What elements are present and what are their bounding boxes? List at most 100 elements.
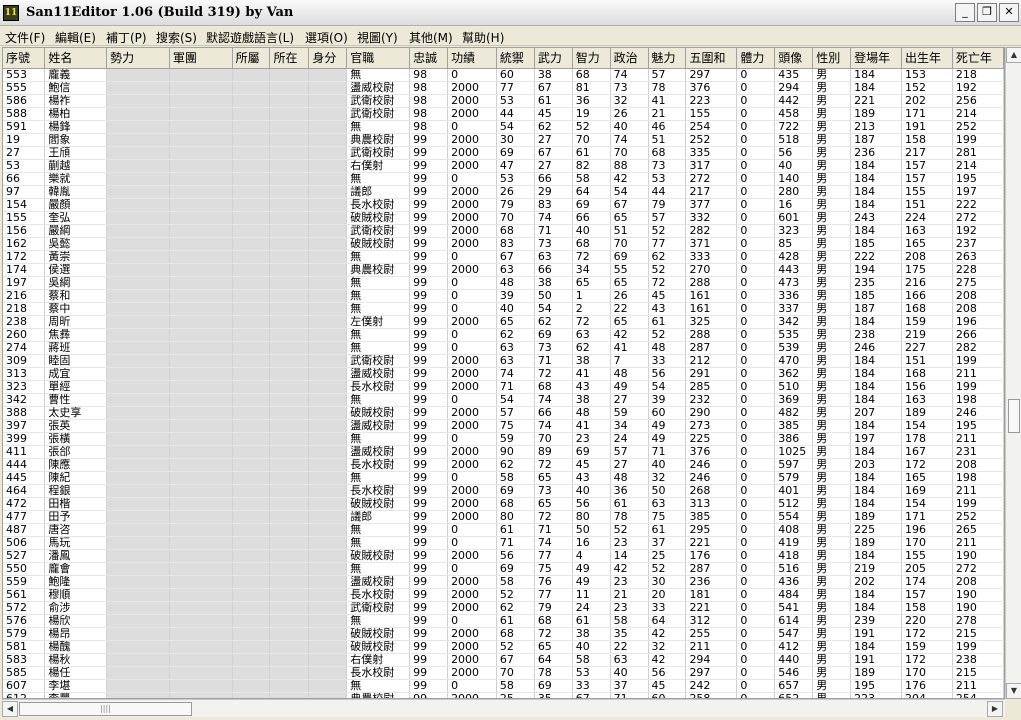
table-cell[interactable]: 蒯越 — [44, 159, 108, 173]
table-cell[interactable] — [106, 549, 170, 563]
table-cell[interactable]: 99 — [409, 640, 449, 654]
table-cell[interactable]: 2000 — [447, 211, 497, 225]
table-cell[interactable]: 187 — [850, 133, 902, 147]
table-cell[interactable]: 63 — [610, 653, 649, 667]
table-cell[interactable] — [232, 172, 271, 186]
table-cell[interactable]: 99 — [409, 692, 449, 698]
table-cell[interactable]: 男 — [812, 94, 852, 108]
table-row[interactable]: 19 閻象 典農校尉 99 2000 30 27 70 74 51 252 0 518 男 187 158 19… — [3, 133, 1004, 147]
table-cell[interactable]: 2000 — [447, 497, 497, 511]
table-cell[interactable] — [308, 354, 348, 368]
table-cell[interactable] — [269, 484, 310, 498]
column-header[interactable]: 功績 — [447, 48, 497, 69]
table-cell[interactable]: 26 — [610, 289, 649, 303]
table-cell[interactable]: 無 — [346, 341, 411, 355]
table-cell[interactable]: 男 — [812, 679, 852, 693]
table-cell[interactable]: 159 — [901, 640, 953, 654]
table-cell[interactable]: 77 — [496, 81, 535, 95]
table-cell[interactable]: 362 — [774, 367, 814, 381]
table-cell[interactable]: 99 — [409, 562, 449, 576]
table-cell[interactable] — [169, 224, 233, 238]
table-cell[interactable] — [169, 146, 233, 160]
table-cell[interactable] — [106, 354, 170, 368]
table-cell[interactable]: 69 — [572, 445, 611, 459]
table-cell[interactable] — [269, 393, 310, 407]
table-cell[interactable]: 武衛校尉 — [346, 146, 411, 160]
table-cell[interactable]: 297 — [685, 68, 738, 82]
table-cell[interactable]: 208 — [952, 575, 1004, 589]
table-cell[interactable]: 99 — [409, 172, 449, 186]
table-cell[interactable]: 140 — [774, 172, 814, 186]
table-cell[interactable]: 184 — [850, 601, 902, 615]
table-cell[interactable]: 61 — [572, 146, 611, 160]
table-cell[interactable] — [106, 263, 170, 277]
table-cell[interactable]: 71 — [534, 224, 573, 238]
table-cell[interactable]: 龐會 — [44, 562, 108, 576]
table-cell[interactable]: 157 — [901, 159, 953, 173]
table-cell[interactable]: 288 — [685, 328, 738, 342]
table-cell[interactable]: 唐咨 — [44, 523, 108, 537]
table-cell[interactable]: 男 — [812, 666, 852, 680]
table-cell[interactable]: 54 — [534, 302, 573, 316]
table-cell[interactable]: 184 — [850, 81, 902, 95]
table-cell[interactable]: 74 — [496, 367, 535, 381]
table-cell[interactable]: 破賊校尉 — [346, 497, 411, 511]
table-cell[interactable]: 435 — [774, 68, 814, 82]
table-cell[interactable] — [169, 419, 233, 433]
table-cell[interactable]: 99 — [409, 159, 449, 173]
table-row[interactable]: 155 奎弘 破賊校尉 99 2000 70 74 66 65 57 332 0 601 男 243 224 2… — [3, 211, 1004, 225]
table-cell[interactable]: 男 — [812, 237, 852, 251]
table-cell[interactable] — [106, 419, 170, 433]
table-cell[interactable]: 458 — [774, 107, 814, 121]
table-cell[interactable]: 穆順 — [44, 588, 108, 602]
table-cell[interactable]: 588 — [3, 107, 46, 121]
table-cell[interactable]: 444 — [3, 458, 46, 472]
table-cell[interactable] — [169, 380, 233, 394]
table-cell[interactable]: 吳懿 — [44, 237, 108, 251]
table-cell[interactable]: 2000 — [447, 185, 497, 199]
table-cell[interactable]: 62 — [496, 458, 535, 472]
table-cell[interactable] — [106, 627, 170, 641]
table-cell[interactable]: 80 — [572, 510, 611, 524]
table-row[interactable]: 612 李豐 典農校尉 99 2000 25 35 67 71 60 258 0 652 男 223 204 2… — [3, 692, 1004, 698]
table-row[interactable]: 607 李堪無 99 0 58 69 33 37 45 242 0 657 男 195 176 211 — [3, 679, 1004, 693]
table-cell[interactable]: 65 — [610, 276, 649, 290]
table-cell[interactable] — [106, 575, 170, 589]
table-cell[interactable]: 246 — [850, 341, 902, 355]
table-cell[interactable]: 585 — [3, 666, 46, 680]
table-cell[interactable]: 579 — [774, 471, 814, 485]
table-cell[interactable]: 174 — [901, 575, 953, 589]
table-cell[interactable]: 0 — [736, 562, 776, 576]
table-cell[interactable]: 52 — [648, 263, 687, 277]
table-cell[interactable] — [308, 445, 348, 459]
table-cell[interactable]: 99 — [409, 419, 449, 433]
table-cell[interactable]: 武衛校尉 — [346, 224, 411, 238]
table-cell[interactable]: 33 — [648, 354, 687, 368]
table-cell[interactable]: 盪威校尉 — [346, 81, 411, 95]
table-cell[interactable] — [269, 94, 310, 108]
table-cell[interactable]: 369 — [774, 393, 814, 407]
table-cell[interactable]: 215 — [952, 627, 1004, 641]
menu-help[interactable]: 幫助(H) — [462, 29, 504, 46]
table-cell[interactable] — [308, 601, 348, 615]
table-cell[interactable]: 57 — [648, 68, 687, 82]
table-cell[interactable]: 王頎 — [44, 146, 108, 160]
table-cell[interactable]: 田予 — [44, 510, 108, 524]
table-cell[interactable] — [232, 640, 271, 654]
table-cell[interactable]: 54 — [610, 185, 649, 199]
table-cell[interactable]: 297 — [685, 666, 738, 680]
table-cell[interactable] — [269, 237, 310, 251]
table-row[interactable]: 323 單經 長水校尉 99 2000 71 68 43 49 54 285 0 510 男 184 156 1… — [3, 380, 1004, 394]
table-cell[interactable]: 484 — [774, 588, 814, 602]
table-cell[interactable] — [269, 341, 310, 355]
table-cell[interactable] — [169, 640, 233, 654]
table-cell[interactable] — [232, 302, 271, 316]
table-cell[interactable]: 75 — [534, 562, 573, 576]
column-header[interactable]: 武力 — [534, 48, 573, 69]
table-cell[interactable]: 203 — [850, 458, 902, 472]
table-cell[interactable]: 0 — [447, 536, 497, 550]
table-cell[interactable]: 32 — [610, 94, 649, 108]
table-cell[interactable]: 64 — [648, 614, 687, 628]
table-cell[interactable]: 破賊校尉 — [346, 211, 411, 225]
table-cell[interactable]: 254 — [952, 692, 1004, 698]
